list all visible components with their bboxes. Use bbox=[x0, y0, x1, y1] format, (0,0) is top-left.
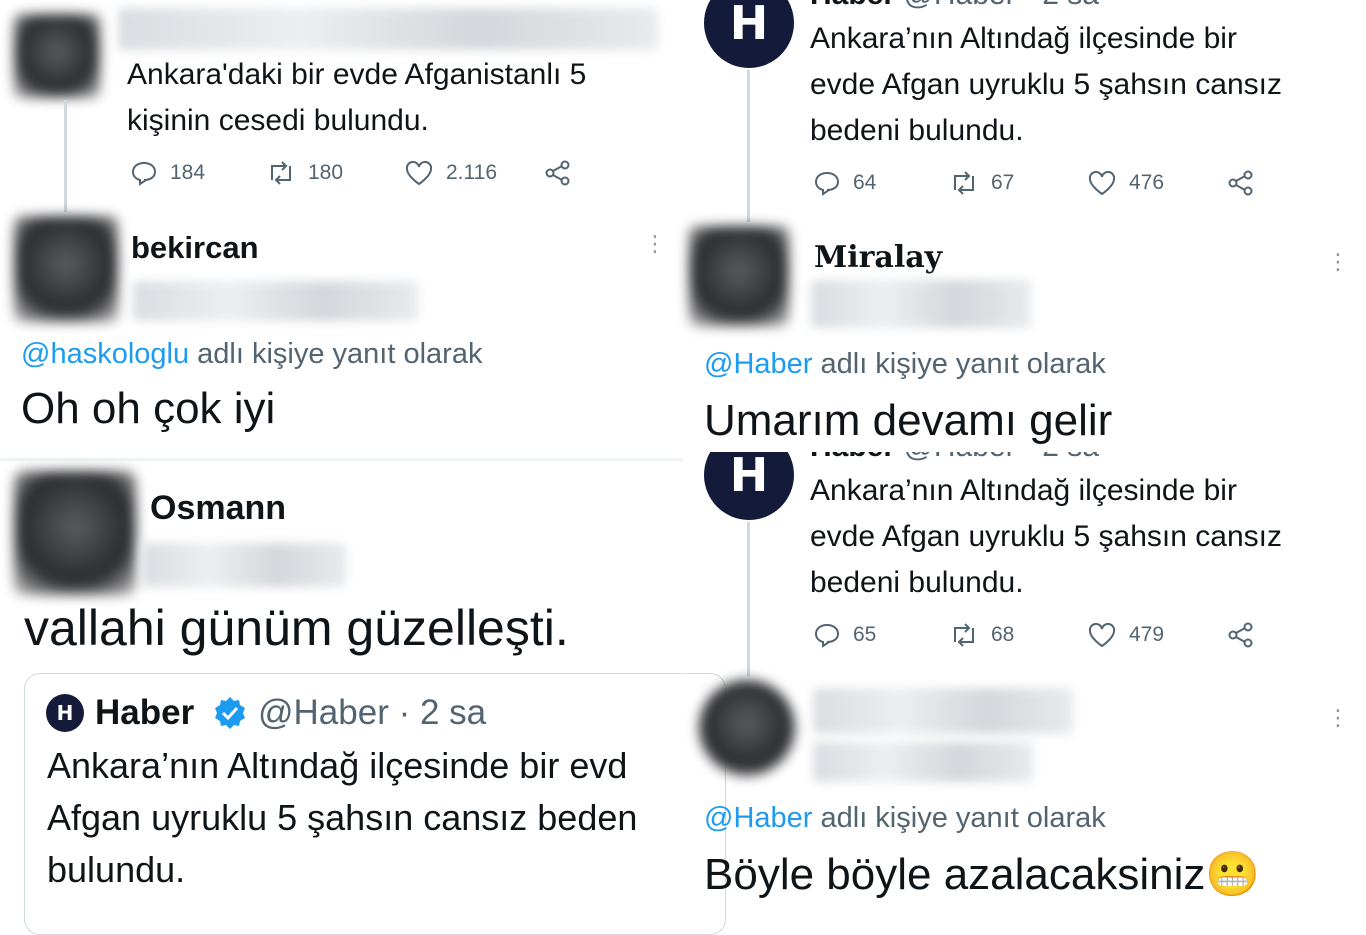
source-logo[interactable]: H bbox=[704, 452, 794, 520]
quoted-text-line-3: bulundu. bbox=[47, 849, 186, 890]
more-icon[interactable]: ⋮ bbox=[644, 233, 666, 255]
like-icon bbox=[1088, 622, 1116, 648]
retweet-count: 68 bbox=[991, 623, 1015, 646]
retweet-icon bbox=[954, 171, 974, 195]
blurred-handle bbox=[142, 543, 346, 587]
reply-to-handle[interactable]: @haskologlu bbox=[21, 338, 189, 370]
reply-context: @Haber adlı kişiye yanıt olarak bbox=[704, 348, 1106, 381]
panel-top-right: H Haber @Haber · 2 sa Ankara’nın Altında… bbox=[683, 0, 1366, 452]
retweet-button[interactable]: 67 bbox=[949, 170, 1014, 196]
thread-line bbox=[747, 70, 750, 222]
panel-top-left: Ankara'daki bir evde Afganistanlı 5 kişi… bbox=[0, 0, 683, 458]
reply-count: 65 bbox=[853, 623, 877, 646]
reply-to-suffix: adlı kişiye yanıt olarak bbox=[189, 338, 483, 370]
retweet-icon bbox=[271, 161, 291, 185]
share-icon bbox=[1228, 622, 1253, 648]
reply-text: Umarım devamı gelir bbox=[704, 396, 1113, 445]
reply-text-content: Böyle böyle azalacaksiniz bbox=[704, 850, 1206, 899]
source-logo[interactable]: H bbox=[704, 0, 794, 68]
reply-to-handle[interactable]: @Haber bbox=[704, 802, 812, 834]
reply-username[interactable]: Osmann bbox=[150, 489, 286, 528]
tweet-text-line-3: bedeni bulundu. bbox=[810, 114, 1024, 147]
tweet-text-line-1: Ankara'daki bir evde Afganistanlı 5 bbox=[127, 58, 587, 91]
retweet-icon bbox=[954, 623, 974, 647]
like-button[interactable]: 476 bbox=[1087, 170, 1164, 196]
blurred-handle bbox=[811, 280, 1031, 328]
source-name: Haber @Haber · 2 sa bbox=[810, 0, 1099, 12]
share-button[interactable] bbox=[1227, 622, 1267, 648]
like-icon bbox=[1088, 170, 1116, 196]
share-button[interactable] bbox=[544, 160, 584, 186]
quoted-text-line-1: Ankara’nın Altındağ ilçesinde bir evd bbox=[47, 745, 628, 786]
reply-count: 184 bbox=[170, 161, 206, 184]
share-icon bbox=[545, 160, 570, 186]
reply-count: 64 bbox=[853, 171, 877, 194]
like-count: 2.116 bbox=[446, 161, 497, 184]
tweet-text-line-2: evde Afgan uyruklu 5 şahsın cansız bbox=[810, 68, 1282, 101]
panel-bottom-right: H Haber @Haber · 2 sa Ankara’nın Altında… bbox=[683, 452, 1366, 910]
quoted-text-line-2: Afgan uyruklu 5 şahsın cansız beden bbox=[47, 797, 638, 838]
like-icon bbox=[405, 160, 433, 186]
reply-user-avatar[interactable] bbox=[14, 216, 118, 322]
quoted-handle-time: @Haber · 2 sa bbox=[258, 693, 487, 732]
retweet-count: 180 bbox=[308, 161, 344, 184]
blurred-username bbox=[118, 8, 658, 50]
reply-user-avatar[interactable] bbox=[689, 226, 789, 326]
reply-user-avatar[interactable] bbox=[699, 680, 795, 776]
panel-bottom-left: Osmann vallahi günüm güzelleşti. H Haber… bbox=[0, 461, 726, 935]
reply-button[interactable]: 65 bbox=[813, 622, 876, 648]
blurred-handle bbox=[813, 742, 1033, 782]
reply-text: Böyle böyle azalacaksiniz😬 bbox=[704, 848, 1260, 900]
quoted-source-logo: H bbox=[46, 694, 84, 732]
reply-context: @Haber adlı kişiye yanıt olarak bbox=[704, 802, 1106, 835]
verified-badge-icon bbox=[215, 697, 245, 729]
tweet-text-line-2: evde Afgan uyruklu 5 şahsın cansız bbox=[810, 520, 1282, 553]
blurred-handle bbox=[133, 281, 418, 321]
reply-text: vallahi günüm güzelleşti. bbox=[24, 600, 569, 656]
reply-text: Oh oh çok iyi bbox=[21, 384, 276, 433]
thread-line bbox=[64, 100, 67, 212]
more-icon[interactable]: ⋮ bbox=[1327, 707, 1349, 729]
tweet-text-line-2: kişinin cesedi bulundu. bbox=[127, 104, 429, 137]
more-icon[interactable]: ⋮ bbox=[1327, 251, 1349, 273]
blurred-username bbox=[813, 688, 1073, 734]
reply-to-suffix: adlı kişiye yanıt olarak bbox=[812, 802, 1106, 834]
thread-line bbox=[747, 522, 750, 676]
reply-context: @haskologlu adlı kişiye yanıt olarak bbox=[21, 338, 482, 371]
quoted-source-name: Haber bbox=[95, 693, 195, 732]
share-icon bbox=[1228, 170, 1253, 196]
reply-button[interactable]: 64 bbox=[813, 170, 876, 196]
reply-icon bbox=[814, 623, 840, 648]
reply-icon bbox=[814, 171, 840, 196]
like-count: 476 bbox=[1129, 171, 1165, 194]
reply-to-handle[interactable]: @Haber bbox=[704, 348, 812, 380]
tweet-text-line-3: bedeni bulundu. bbox=[810, 566, 1024, 599]
like-button[interactable]: 479 bbox=[1087, 622, 1164, 648]
grimacing-emoji-icon: 😬 bbox=[1205, 849, 1261, 900]
reply-user-avatar[interactable] bbox=[14, 471, 136, 595]
reply-username[interactable]: bekircan bbox=[131, 230, 259, 266]
tweet-text-line-1: Ankara’nın Altındağ ilçesinde bir bbox=[810, 474, 1237, 507]
reply-username[interactable]: Miralay bbox=[814, 240, 942, 275]
reply-to-suffix: adlı kişiye yanıt olarak bbox=[812, 348, 1106, 380]
reply-icon bbox=[131, 161, 157, 186]
retweet-count: 67 bbox=[991, 171, 1015, 194]
tweet-text-line-1: Ankara’nın Altındağ ilçesinde bir bbox=[810, 22, 1237, 55]
reply-button[interactable]: 184 bbox=[130, 160, 205, 186]
user-avatar[interactable] bbox=[14, 14, 100, 98]
retweet-button[interactable]: 68 bbox=[949, 622, 1014, 648]
like-count: 479 bbox=[1129, 623, 1165, 646]
source-name: Haber @Haber · 2 sa bbox=[810, 452, 1099, 464]
like-button[interactable]: 2.116 bbox=[404, 160, 497, 186]
retweet-button[interactable]: 180 bbox=[266, 160, 343, 186]
share-button[interactable] bbox=[1227, 170, 1267, 196]
